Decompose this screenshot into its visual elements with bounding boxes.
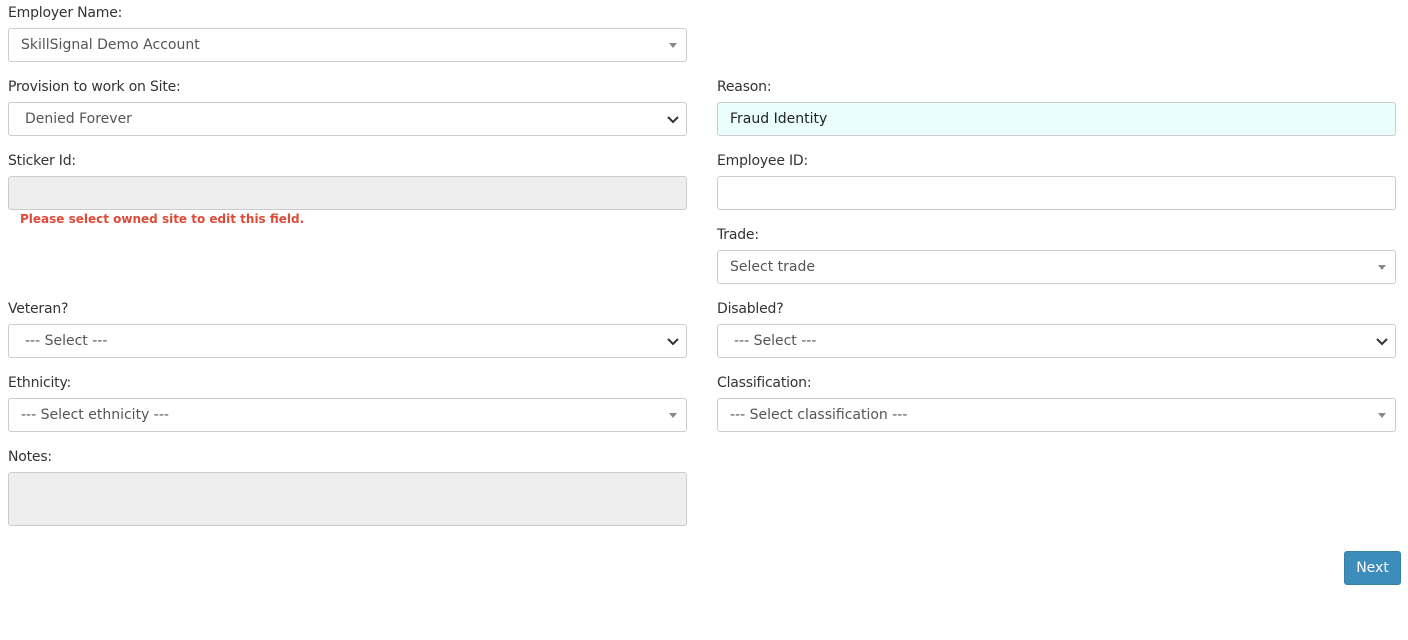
provision-select[interactable]: Denied Forever [8,102,687,136]
sticker-id-input[interactable] [8,176,687,210]
provision-value: Denied Forever [25,111,132,127]
reason-value: Fraud Identity [730,111,828,127]
next-button[interactable]: Next [1344,551,1401,585]
employer-name-label: Employer Name: [8,5,123,21]
trade-label: Trade: [717,227,759,243]
classification-select[interactable]: --- Select classification --- [717,398,1396,432]
dropdown-caret-icon [669,413,677,418]
dropdown-caret-icon [1378,413,1386,418]
veteran-select[interactable]: --- Select --- [8,324,687,358]
ethnicity-label: Ethnicity: [8,375,72,391]
trade-value: Select trade [730,259,815,275]
employee-id-input[interactable] [717,176,1396,210]
disabled-value: --- Select --- [734,333,817,349]
ethnicity-value: --- Select ethnicity --- [21,407,169,423]
classification-label: Classification: [717,375,812,391]
sticker-id-label: Sticker Id: [8,153,76,169]
dropdown-caret-icon [669,43,677,48]
veteran-value: --- Select --- [25,333,108,349]
veteran-label: Veteran? [8,301,69,317]
notes-label: Notes: [8,449,52,465]
chevron-down-icon [1376,338,1388,346]
employer-name-select[interactable]: SkillSignal Demo Account [8,28,687,62]
reason-label: Reason: [717,79,772,95]
chevron-down-icon [667,338,679,346]
disabled-label: Disabled? [717,301,784,317]
dropdown-caret-icon [1378,265,1386,270]
trade-select[interactable]: Select trade [717,250,1396,284]
employee-id-label: Employee ID: [717,153,809,169]
notes-textarea[interactable] [8,472,687,526]
ethnicity-select[interactable]: --- Select ethnicity --- [8,398,687,432]
sticker-id-error: Please select owned site to edit this fi… [20,212,305,226]
classification-value: --- Select classification --- [730,407,908,423]
reason-input[interactable]: Fraud Identity [717,102,1396,136]
chevron-down-icon [667,116,679,124]
employer-name-value: SkillSignal Demo Account [21,37,200,53]
provision-label: Provision to work on Site: [8,79,181,95]
disabled-select[interactable]: --- Select --- [717,324,1396,358]
